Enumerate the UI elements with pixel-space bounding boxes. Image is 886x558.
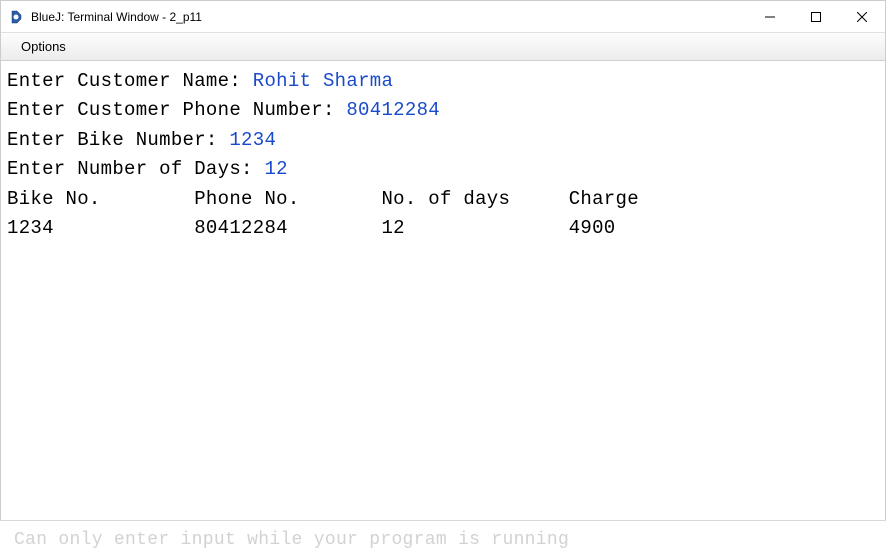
bluej-icon [9, 9, 25, 25]
table-data-row: 1234 80412284 12 4900 [7, 214, 879, 243]
menubar: Options [1, 33, 885, 61]
prompt-text: Enter Customer Phone Number: [7, 99, 346, 121]
minimize-button[interactable] [747, 1, 793, 32]
terminal-line: Enter Bike Number: 1234 [7, 126, 879, 155]
user-input: Rohit Sharma [253, 70, 393, 92]
menu-options[interactable]: Options [15, 37, 72, 56]
prompt-text: Enter Customer Name: [7, 70, 253, 92]
titlebar: BlueJ: Terminal Window - 2_p11 [1, 1, 885, 33]
terminal-line: Enter Customer Name: Rohit Sharma [7, 67, 879, 96]
user-input: 80412284 [346, 99, 440, 121]
window-controls [747, 1, 885, 32]
window-title: BlueJ: Terminal Window - 2_p11 [31, 10, 747, 24]
terminal-output: Enter Customer Name: Rohit Sharma Enter … [1, 61, 885, 519]
user-input: 12 [264, 158, 287, 180]
terminal-input-area: Can only enter input while your program … [0, 520, 886, 558]
input-placeholder: Can only enter input while your program … [14, 530, 569, 550]
user-input: 1234 [229, 129, 276, 151]
terminal-line: Enter Number of Days: 12 [7, 155, 879, 184]
terminal-line: Enter Customer Phone Number: 80412284 [7, 96, 879, 125]
table-header-row: Bike No. Phone No. No. of days Charge [7, 185, 879, 214]
close-button[interactable] [839, 1, 885, 32]
prompt-text: Enter Bike Number: [7, 129, 229, 151]
maximize-button[interactable] [793, 1, 839, 32]
prompt-text: Enter Number of Days: [7, 158, 264, 180]
